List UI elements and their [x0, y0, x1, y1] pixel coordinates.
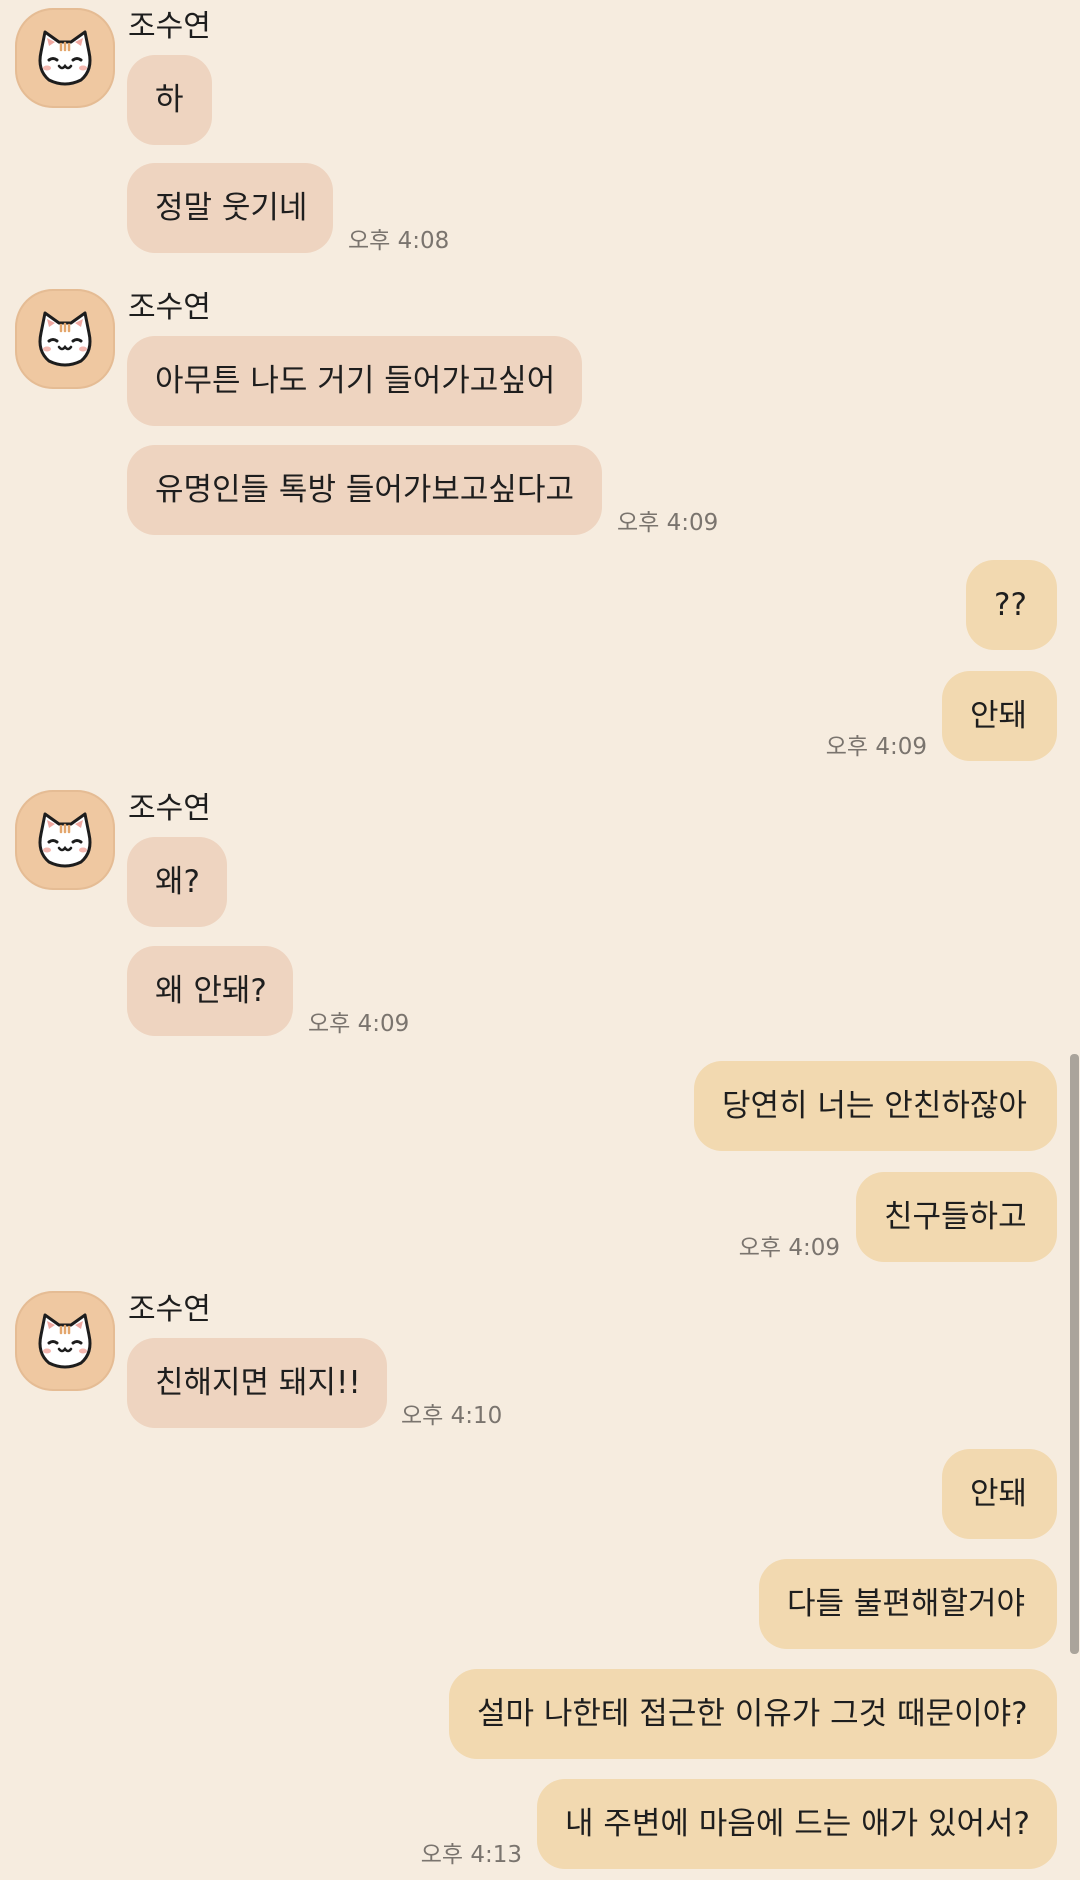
message-bubble[interactable]: 왜? [127, 837, 227, 927]
cat-avatar[interactable] [15, 8, 115, 108]
message-timestamp: 오후 4:09 [617, 510, 719, 536]
message-bubble[interactable]: ?? [966, 560, 1057, 650]
scrollbar[interactable] [1070, 1054, 1079, 1654]
message-bubble[interactable]: 하 [127, 55, 212, 145]
message-bubble[interactable]: 아무튼 나도 거기 들어가고싶어 [127, 336, 582, 426]
message-bubble[interactable]: 설마 나한테 접근한 이유가 그것 때문이야? [449, 1669, 1057, 1759]
message-timestamp: 오후 4:08 [348, 228, 450, 254]
message-bubble[interactable]: 안돼 [942, 671, 1057, 761]
cat-avatar[interactable] [15, 790, 115, 890]
message-bubble[interactable]: 친해지면 돼지!! [127, 1338, 387, 1428]
sender-name: 조수연 [128, 791, 211, 826]
sender-name: 조수연 [128, 9, 211, 44]
cat-face-icon [38, 30, 92, 86]
message-bubble[interactable]: 다들 불편해할거야 [759, 1559, 1057, 1649]
message-bubble[interactable]: 당연히 너는 안친하잖아 [694, 1061, 1057, 1151]
sender-name: 조수연 [128, 290, 211, 325]
sender-name: 조수연 [128, 1292, 211, 1327]
message-bubble[interactable]: 안돼 [942, 1449, 1057, 1539]
message-bubble[interactable]: 내 주변에 마음에 드는 애가 있어서? [537, 1779, 1057, 1869]
message-timestamp: 오후 4:13 [420, 1842, 522, 1868]
message-bubble[interactable]: 정말 웃기네 [127, 163, 333, 253]
message-bubble[interactable]: 유명인들 톡방 들어가보고싶다고 [127, 445, 602, 535]
cat-avatar[interactable] [15, 1291, 115, 1391]
cat-face-icon [38, 1313, 92, 1369]
message-timestamp: 오후 4:10 [401, 1403, 503, 1429]
message-timestamp: 오후 4:09 [308, 1011, 410, 1037]
message-bubble[interactable]: 왜 안돼? [127, 946, 293, 1036]
message-timestamp: 오후 4:09 [825, 734, 927, 760]
chat-message-list[interactable]: 조수연 하 정말 웃기네 오후 4:08 조수연 아무튼 나도 거기 들어가고싶… [0, 0, 1080, 1880]
message-bubble[interactable]: 친구들하고 [856, 1172, 1057, 1262]
message-timestamp: 오후 4:09 [738, 1235, 840, 1261]
cat-face-icon [38, 311, 92, 367]
cat-avatar[interactable] [15, 289, 115, 389]
cat-face-icon [38, 812, 92, 868]
